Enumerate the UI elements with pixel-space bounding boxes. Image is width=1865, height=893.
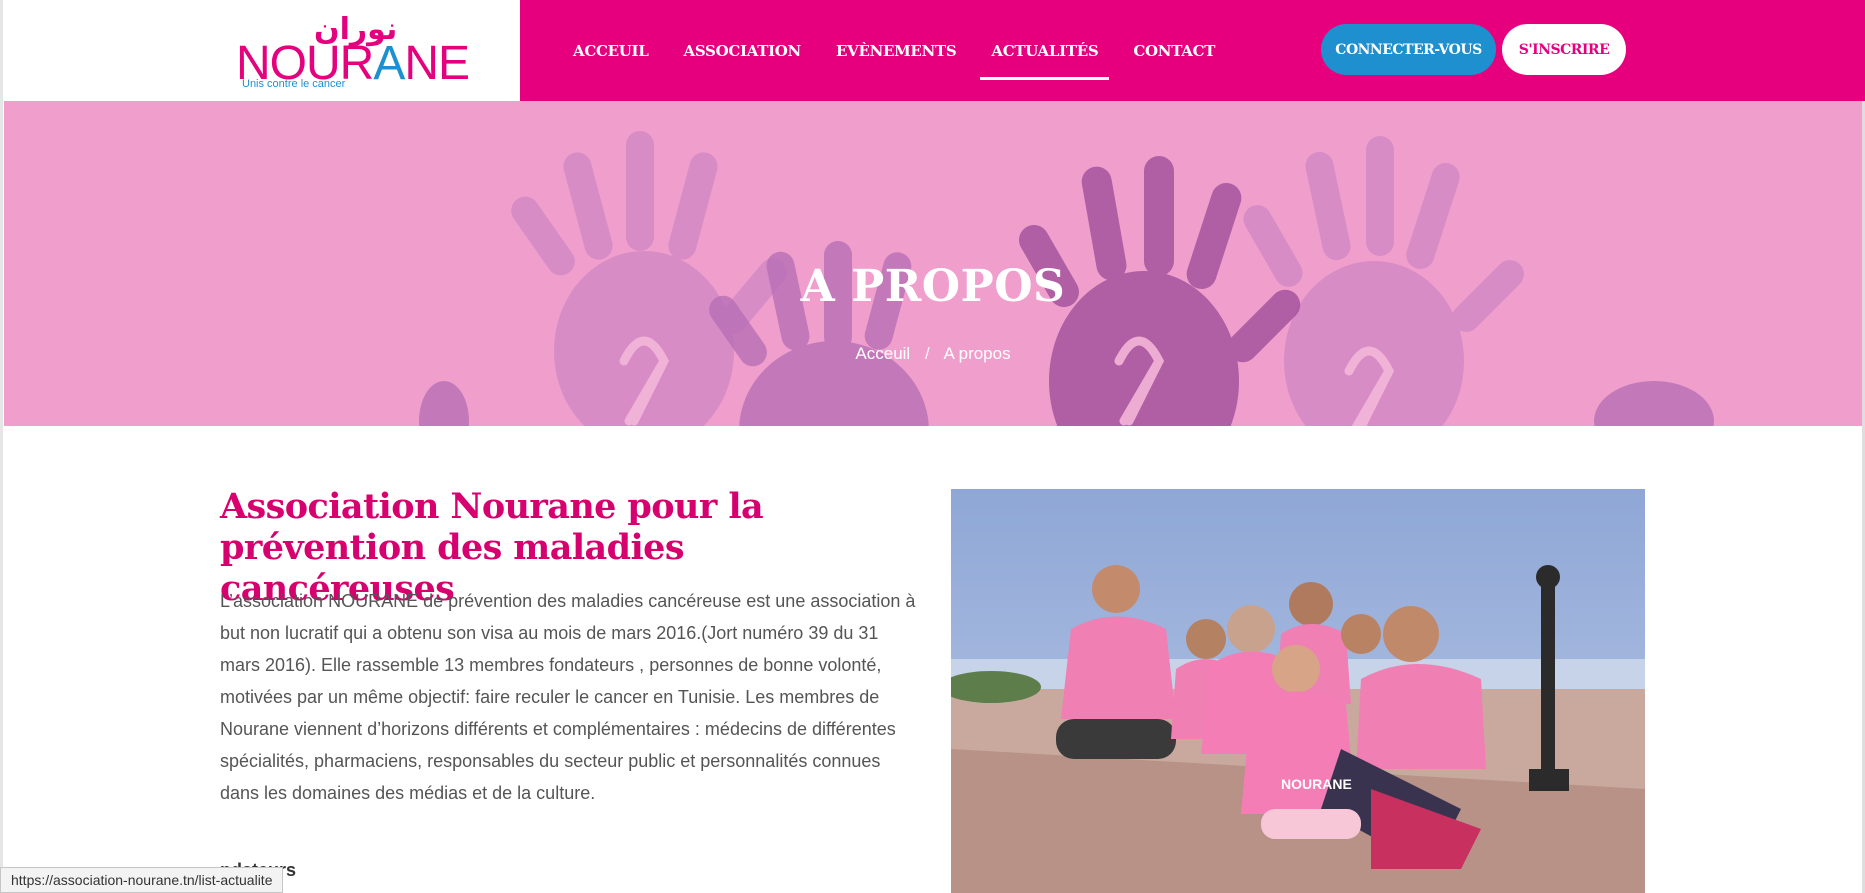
breadcrumb-home-link[interactable]: Acceuil	[855, 344, 910, 363]
logo-tagline: Unis contre le cancer	[242, 78, 346, 90]
section-description: L’association NOURANE de prévention des …	[220, 591, 916, 803]
nav-item-acceuil[interactable]: ACCEUIL	[562, 0, 660, 101]
logo-container: نوران NOURANE Unis contre le cancer	[4, 0, 520, 101]
breadcrumb-current: A propos	[943, 344, 1011, 363]
breadcrumb: Acceuil / A propos	[4, 344, 1862, 364]
nav-item-contact[interactable]: CONTACT	[1122, 0, 1226, 101]
status-bar-url: https://association-nourane.tn/list-actu…	[0, 867, 284, 893]
nav-item-actualites[interactable]: ACTUALITÉS	[980, 0, 1110, 101]
nav-item-association[interactable]: ASSOCIATION	[673, 0, 812, 101]
team-photo: NOURANE	[951, 489, 1645, 893]
window-left-edge	[0, 0, 3, 893]
photo-shirt-text: NOURANE	[1281, 776, 1352, 792]
page-title: A PROPOS	[800, 261, 1066, 312]
team-photo-image: NOURANE	[951, 489, 1645, 893]
nav-item-evenements[interactable]: EVÈNEMENTS	[825, 0, 967, 101]
breadcrumb-separator: /	[924, 344, 930, 363]
signup-button[interactable]: S'INSCRIRE	[1502, 24, 1626, 75]
login-button[interactable]: CONNECTER-VOUS	[1321, 24, 1496, 75]
page-hero-banner: A PROPOS Acceuil / A propos	[4, 101, 1862, 426]
site-header: نوران NOURANE Unis contre le cancer ACCE…	[0, 0, 1865, 101]
main-nav: ACCEUIL ASSOCIATION EVÈNEMENTS ACTUALITÉ…	[562, 0, 1239, 101]
nav-bar: ACCEUIL ASSOCIATION EVÈNEMENTS ACTUALITÉ…	[520, 0, 1865, 101]
site-logo[interactable]: نوران NOURANE Unis contre le cancer	[232, 12, 470, 92]
